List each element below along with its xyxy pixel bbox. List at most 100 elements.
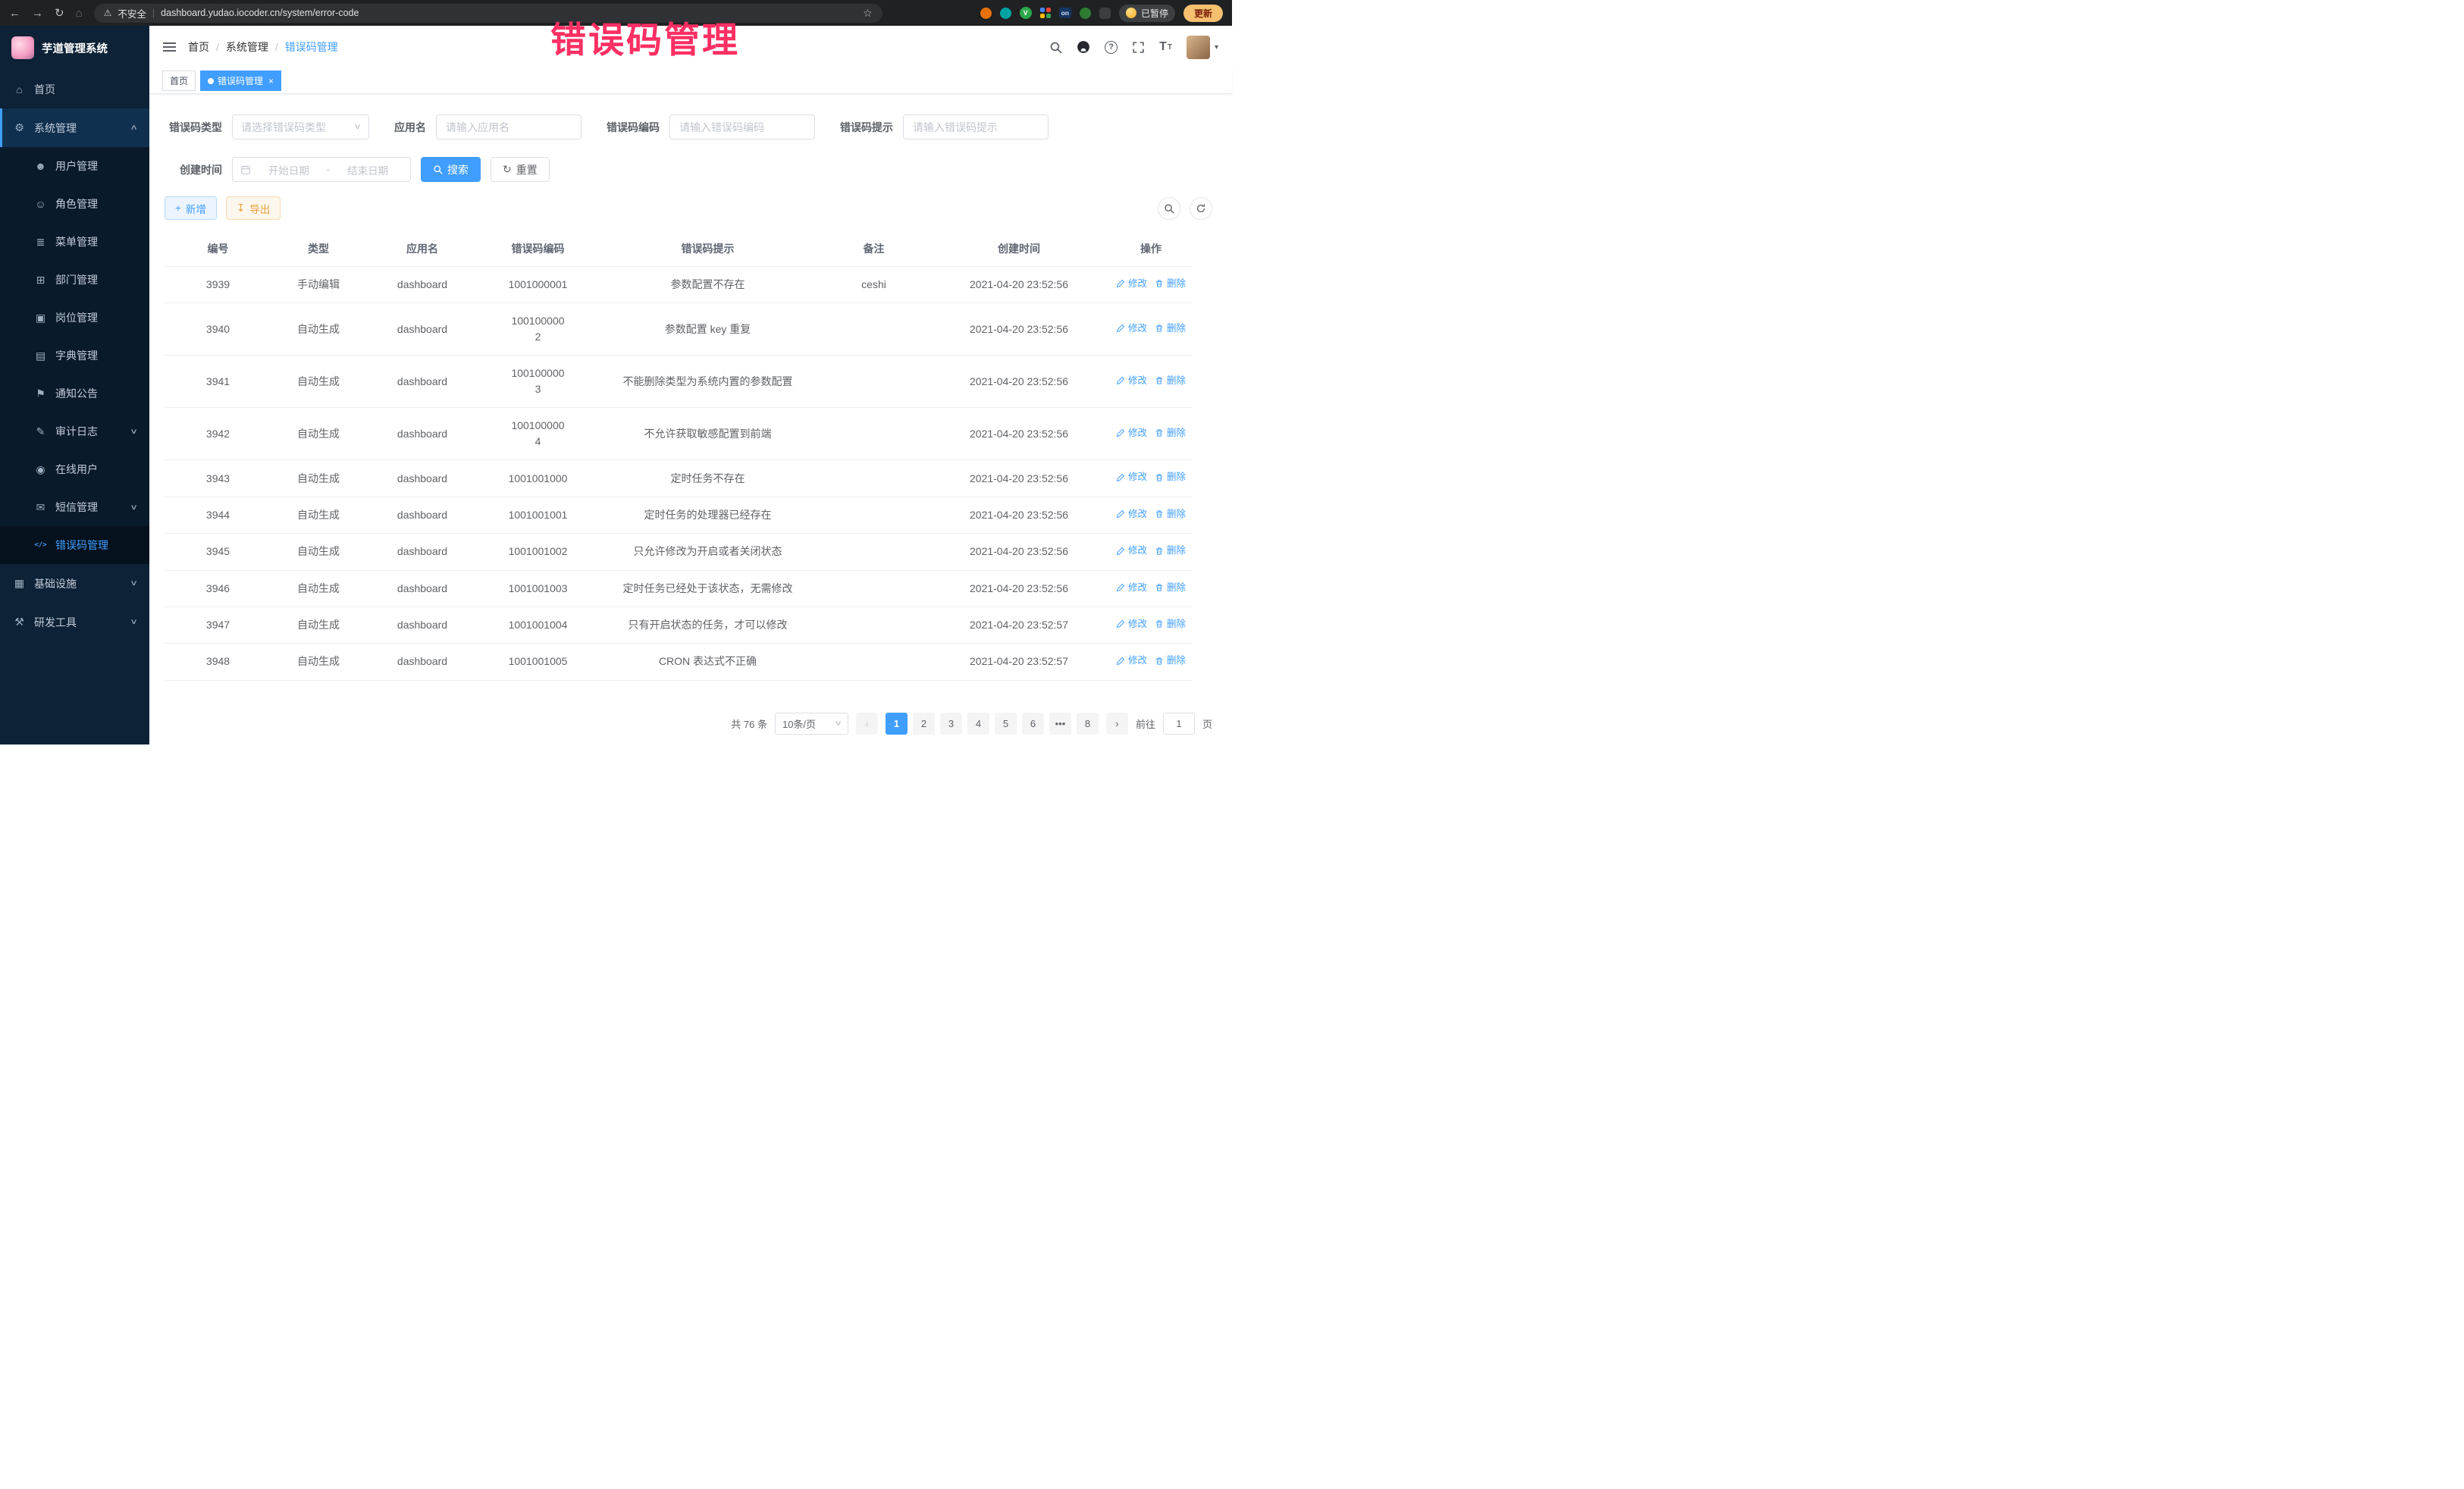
sidebar-item-online-users[interactable]: ◉ 在线用户 xyxy=(0,450,149,488)
prev-page-button[interactable]: ‹ xyxy=(856,713,878,735)
breadcrumb-home[interactable]: 首页 xyxy=(188,39,209,55)
sidebar-item-roles[interactable]: ☺ 角色管理 xyxy=(0,185,149,223)
delete-link[interactable]: 删除 xyxy=(1155,374,1186,388)
font-size-icon[interactable]: TT xyxy=(1159,41,1172,53)
extension-puzzle-icon[interactable] xyxy=(1099,8,1111,19)
sidebar-item-audit-log[interactable]: ✎ 审计日志 ∨ xyxy=(0,412,149,450)
export-button[interactable]: ↧ 导出 xyxy=(226,196,281,220)
page-button[interactable]: 1 xyxy=(886,713,908,735)
sidebar-item-sms[interactable]: ✉ 短信管理 ∨ xyxy=(0,488,149,526)
user-menu[interactable]: ▾ xyxy=(1187,36,1218,59)
next-page-button[interactable]: › xyxy=(1106,713,1128,735)
page-button[interactable]: 2 xyxy=(913,713,935,735)
delete-link[interactable]: 删除 xyxy=(1155,654,1186,668)
fullscreen-icon[interactable] xyxy=(1132,41,1145,54)
extension-grid-icon[interactable] xyxy=(1040,8,1051,18)
sidebar-group-devtools[interactable]: ⚒ 研发工具 ∨ xyxy=(0,603,149,641)
delete-link[interactable]: 删除 xyxy=(1155,470,1186,484)
edit-link[interactable]: 修改 xyxy=(1116,654,1147,668)
extension-on-badge[interactable]: on xyxy=(1059,8,1071,18)
vue-devtools-icon[interactable]: V xyxy=(1020,7,1032,19)
breadcrumb-separator: / xyxy=(275,41,278,53)
sidebar-item-departments[interactable]: ⊞ 部门管理 xyxy=(0,261,149,299)
sidebar-item-users[interactable]: ☻ 用户管理 xyxy=(0,147,149,185)
edit-link[interactable]: 修改 xyxy=(1116,617,1147,632)
profile-paused-badge[interactable]: 已暂停 xyxy=(1119,5,1175,22)
show-search-button[interactable] xyxy=(1158,197,1180,220)
sidebar-item-notices[interactable]: ⚑ 通知公告 xyxy=(0,375,149,412)
goto-label: 前往 xyxy=(1136,716,1155,731)
tab-error-codes[interactable]: 错误码管理 × xyxy=(200,71,281,91)
sidebar-item-error-codes[interactable]: </> 错误码管理 xyxy=(0,526,149,564)
goto-page-input[interactable] xyxy=(1163,713,1195,735)
page-button[interactable]: 4 xyxy=(967,713,989,735)
help-icon[interactable]: ? xyxy=(1105,41,1118,54)
plus-icon: + xyxy=(175,202,181,214)
book-icon: ▤ xyxy=(34,350,47,362)
app-name-input[interactable] xyxy=(436,114,582,139)
page-button[interactable]: 8 xyxy=(1077,713,1099,735)
search-button[interactable]: 搜索 xyxy=(421,157,481,182)
edit-link[interactable]: 修改 xyxy=(1116,507,1147,522)
edit-link[interactable]: 修改 xyxy=(1116,470,1147,484)
delete-link[interactable]: 删除 xyxy=(1155,321,1186,336)
delete-link[interactable]: 删除 xyxy=(1155,277,1186,291)
search-icon[interactable] xyxy=(1049,41,1062,54)
header-remark: 备注 xyxy=(819,231,929,267)
delete-link[interactable]: 删除 xyxy=(1155,544,1186,558)
delete-link[interactable]: 删除 xyxy=(1155,507,1186,522)
page-ellipsis[interactable]: ••• xyxy=(1049,713,1071,735)
toolbar-right xyxy=(1158,197,1212,220)
extension-teal-icon[interactable] xyxy=(1000,8,1011,19)
extension-orange-icon[interactable] xyxy=(980,8,992,19)
reset-button[interactable]: ↻ 重置 xyxy=(491,157,550,182)
close-icon[interactable]: × xyxy=(268,76,274,86)
filter-row-1: 错误码类型 请选择错误码类型 ∨ 应用名 错误码编码 错误码提示 xyxy=(165,114,1212,139)
edit-link[interactable]: 修改 xyxy=(1116,426,1147,440)
edit-link[interactable]: 修改 xyxy=(1116,581,1147,595)
delete-link[interactable]: 删除 xyxy=(1155,581,1186,595)
sidebar-group-infrastructure[interactable]: ▦ 基础设施 ∨ xyxy=(0,564,149,603)
edit-link[interactable]: 修改 xyxy=(1116,374,1147,388)
address-bar[interactable]: ⚠ 不安全 | dashboard.yudao.iocoder.cn/syste… xyxy=(94,4,882,23)
add-button[interactable]: + 新增 xyxy=(165,196,217,220)
delete-link[interactable]: 删除 xyxy=(1155,426,1186,440)
delete-link[interactable]: 删除 xyxy=(1155,617,1186,632)
edit-icon xyxy=(1116,583,1125,592)
table-row: 3947 自动生成 dashboard 1001001004 只有开启状态的任务… xyxy=(165,607,1193,643)
caret-down-icon: ▾ xyxy=(1215,43,1218,52)
github-icon[interactable] xyxy=(1077,40,1090,54)
sidebar-item-posts[interactable]: ▣ 岗位管理 xyxy=(0,299,149,337)
trash-icon xyxy=(1155,324,1164,333)
browser-home-icon[interactable]: ⌂ xyxy=(76,8,83,19)
announcement-icon: ⚑ xyxy=(34,387,47,400)
tab-home[interactable]: 首页 xyxy=(162,71,196,91)
sidebar-group-system[interactable]: ⚙ 系统管理 ∧ xyxy=(0,108,149,147)
forward-icon[interactable]: → xyxy=(32,8,43,19)
sidebar-item-dictionary[interactable]: ▤ 字典管理 xyxy=(0,337,149,375)
app-logo[interactable]: 芋道管理系统 xyxy=(0,26,149,70)
sidebar-item-menus[interactable]: ≣ 菜单管理 xyxy=(0,223,149,261)
back-icon[interactable]: ← xyxy=(9,8,20,19)
edit-link[interactable]: 修改 xyxy=(1116,321,1147,336)
reload-icon[interactable]: ↻ xyxy=(55,8,64,19)
table-row: 3942 自动生成 dashboard 1001000004 不允许获取敏感配置… xyxy=(165,408,1193,460)
error-type-select[interactable]: 请选择错误码类型 ∨ xyxy=(232,114,369,139)
page-size-select[interactable]: 10条/页 ∨ xyxy=(775,713,848,735)
sidebar-collapse-icon[interactable] xyxy=(163,39,176,55)
page-button[interactable]: 3 xyxy=(940,713,962,735)
error-msg-input[interactable] xyxy=(903,114,1049,139)
date-range-picker[interactable]: 开始日期 - 结束日期 xyxy=(232,157,411,182)
refresh-button[interactable] xyxy=(1190,197,1212,220)
edit-link[interactable]: 修改 xyxy=(1116,544,1147,558)
breadcrumb-system[interactable]: 系统管理 xyxy=(226,39,268,55)
page-button[interactable]: 5 xyxy=(995,713,1017,735)
chrome-update-button[interactable]: 更新 xyxy=(1183,5,1223,22)
page-button[interactable]: 6 xyxy=(1022,713,1044,735)
edit-link[interactable]: 修改 xyxy=(1116,277,1147,291)
sidebar-item-home[interactable]: ⌂ 首页 xyxy=(0,70,149,108)
extension-green-icon[interactable] xyxy=(1080,8,1091,19)
error-code-input[interactable] xyxy=(669,114,815,139)
table-toolbar: + 新增 ↧ 导出 xyxy=(165,196,1212,220)
bookmark-star-icon[interactable]: ☆ xyxy=(863,7,873,20)
